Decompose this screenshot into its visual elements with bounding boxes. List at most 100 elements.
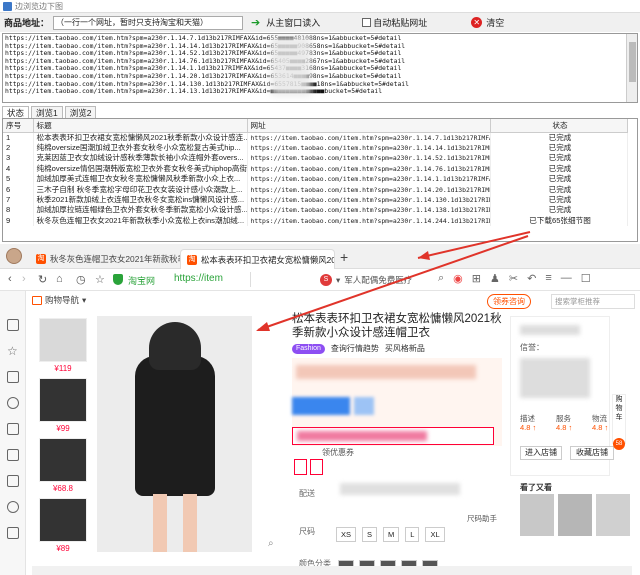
search-engine-icon: S: [320, 274, 332, 286]
page-scrollbar[interactable]: [32, 566, 632, 575]
cart-button[interactable]: 购物车: [612, 394, 626, 444]
row-title: 纯棉oversize情侣国潮韩版宽松卫衣外套女秋冬美式hiphop高街...: [33, 163, 248, 175]
divider: [250, 272, 251, 287]
url-textarea[interactable]: https://item.taobao.com/item.htm?spm=a23…: [2, 33, 638, 103]
main-product-image[interactable]: [97, 316, 252, 552]
undo-icon[interactable]: ↶: [527, 272, 536, 285]
related-thumbs: ¥119 ¥99 ¥68.8 ¥89: [34, 318, 92, 558]
news-icon[interactable]: [7, 319, 19, 331]
row-no: 6: [3, 184, 34, 195]
col-header-url[interactable]: 网址: [247, 119, 491, 133]
minimize-icon[interactable]: —: [561, 272, 572, 285]
thumb-image[interactable]: [39, 318, 87, 362]
browser-tab-1[interactable]: 淘 秋冬灰色连帽卫衣女2021年新款秋季...: [30, 249, 180, 269]
url-field[interactable]: https://item: [174, 273, 223, 284]
coupon-consult-button[interactable]: 领券咨询: [487, 294, 531, 309]
maximize-icon[interactable]: ☐: [581, 272, 591, 285]
col-header-no[interactable]: 序号: [3, 119, 34, 133]
see-also-image[interactable]: [596, 494, 630, 536]
tab-browse-2[interactable]: 浏览2: [64, 106, 97, 118]
new-tab-icon[interactable]: +: [340, 249, 348, 265]
vertical-scrollbar[interactable]: [626, 34, 637, 102]
search-suggestion[interactable]: S ▾ 军人配偶免费医疗: [320, 274, 412, 286]
home-icon[interactable]: ⌂: [56, 273, 63, 285]
apps-icon[interactable]: ⊞: [472, 272, 481, 285]
phone-icon[interactable]: [7, 501, 19, 513]
coupon-link[interactable]: 领优惠券: [322, 447, 354, 458]
col-header-status[interactable]: 状态: [490, 119, 628, 133]
zoom-icon[interactable]: ⌕: [268, 538, 274, 549]
tab-title: 松本表表环扣卫衣裙女宽松慵懒风2021秋...: [201, 254, 335, 265]
row-no: 4: [3, 163, 34, 175]
clear-button[interactable]: ✕ 清空: [471, 16, 504, 29]
bag-icon: [32, 295, 42, 305]
video-icon[interactable]: [7, 371, 19, 383]
shop-search-input[interactable]: 搜索掌柜推荐: [551, 294, 635, 309]
credit-label: 信誉：: [520, 343, 544, 352]
avatar[interactable]: [6, 248, 22, 264]
scissors-icon[interactable]: ✂: [509, 272, 518, 285]
size-option[interactable]: S: [362, 527, 378, 542]
thumb-image[interactable]: [39, 498, 87, 542]
size-option[interactable]: L: [405, 527, 420, 542]
fashion-tag[interactable]: Fashion: [292, 343, 325, 354]
col-header-title[interactable]: 标题: [33, 119, 248, 133]
style-link[interactable]: 买风格新品: [385, 343, 425, 354]
promo-box[interactable]: [310, 459, 323, 475]
redacted-promo: [292, 427, 494, 445]
thumb-image[interactable]: [39, 378, 87, 422]
star-icon[interactable]: ☆: [95, 273, 105, 286]
trend-link[interactable]: 查询行情趋势: [331, 343, 379, 354]
menu-icon[interactable]: ≡: [545, 272, 551, 285]
chevron-down-icon: ▾: [336, 274, 341, 285]
size-option[interactable]: M: [383, 527, 400, 542]
search-side-icon[interactable]: [7, 397, 19, 409]
checkbox-box[interactable]: [362, 18, 372, 27]
browser-tab-2[interactable]: 淘 松本表表环扣卫衣裙女宽松慵懒风2021秋... ✕: [180, 249, 335, 269]
table-row[interactable]: 5 加绒加厚美式连帽卫衣女秋冬宽松慵懒风秋季新款小众上衣... https://it…: [3, 174, 628, 185]
read-main-window-button[interactable]: 从主窗口读入: [266, 16, 320, 29]
settings-icon[interactable]: [7, 527, 19, 539]
tab-browse-1[interactable]: 浏览1: [31, 106, 63, 118]
favorite-icon[interactable]: ☆: [7, 345, 19, 357]
size-assistant-link[interactable]: 尺码助手: [467, 513, 497, 524]
scroll-thumb[interactable]: [629, 42, 636, 82]
doc-icon[interactable]: [7, 449, 19, 461]
enter-store-button[interactable]: 进入店铺: [520, 446, 562, 460]
thumb-price: ¥119: [54, 364, 72, 373]
redaction-blur: [271, 36, 311, 96]
table-row[interactable]: 1 松本表表环扣卫衣裙女宽松慵懒风2021秋季新款小众设计感连... https:/…: [3, 132, 628, 143]
mail-icon[interactable]: [7, 423, 19, 435]
table-row[interactable]: 4 纯棉oversize情侣国潮韩版宽松卫衣外套女秋冬美式hiphop高街... h…: [3, 163, 628, 175]
back-icon[interactable]: ‹: [8, 273, 12, 285]
reload-icon[interactable]: ↻: [38, 273, 47, 286]
see-also-image[interactable]: [520, 494, 554, 536]
table-row[interactable]: 8 加绒加厚拉链连帽绿色卫衣外套女秋冬季新款宽松小众设计感... https://i…: [3, 205, 628, 216]
delivery-label: 配送: [299, 489, 315, 498]
table-row[interactable]: 6 三木子自制 秋冬季宽松字母印花卫衣女装设计感小众潮款上... https://i…: [3, 184, 628, 195]
shop-nav[interactable]: 购物导航 ▾: [32, 294, 86, 306]
game-icon[interactable]: ◉: [453, 272, 463, 285]
forward-icon[interactable]: ›: [22, 273, 26, 285]
user-icon[interactable]: ♟: [490, 272, 500, 285]
browser-sidebar: ☆: [0, 291, 26, 575]
see-also-image[interactable]: [558, 494, 592, 536]
table-row[interactable]: 2 纯棉oversize国潮加绒卫衣外套女秋冬小众宽松复古美式hip... http…: [3, 142, 628, 154]
history-icon[interactable]: ◷: [76, 273, 86, 286]
table-row[interactable]: 3 克莱因蓝卫衣女加绒设计感秋季薄款长袖小众连帽外套overs... https:/…: [3, 153, 628, 164]
table-row[interactable]: 7 秋季2021新款加绒上衣连帽卫衣秋冬女宽松ins慵懒风设计感... https:…: [3, 194, 628, 206]
row-url: https://item.taobao.com/item.htm?spm=a23…: [247, 163, 491, 175]
favorite-store-button[interactable]: 收藏店铺: [570, 446, 614, 460]
table-row[interactable]: 9 秋冬灰色连帽卫衣女2021年新款秋季小众宽松上衣ins潮加绒... https:…: [3, 215, 628, 227]
size-option[interactable]: XS: [336, 527, 357, 542]
size-option[interactable]: XL: [425, 527, 445, 542]
live-icon[interactable]: [7, 475, 19, 487]
promo-box[interactable]: [294, 459, 307, 475]
auto-paste-checkbox[interactable]: 自动粘贴网址: [362, 16, 427, 29]
row-status: 已完成: [490, 132, 628, 143]
tab-status[interactable]: 状态: [2, 106, 30, 118]
search-icon[interactable]: ⌕: [438, 272, 444, 285]
thumb-image[interactable]: [39, 438, 87, 482]
goods-hint-field[interactable]: （一行一个网址，暂时只支持淘宝和天猫）: [53, 15, 244, 30]
taobao-favicon-icon: 淘: [36, 254, 46, 264]
